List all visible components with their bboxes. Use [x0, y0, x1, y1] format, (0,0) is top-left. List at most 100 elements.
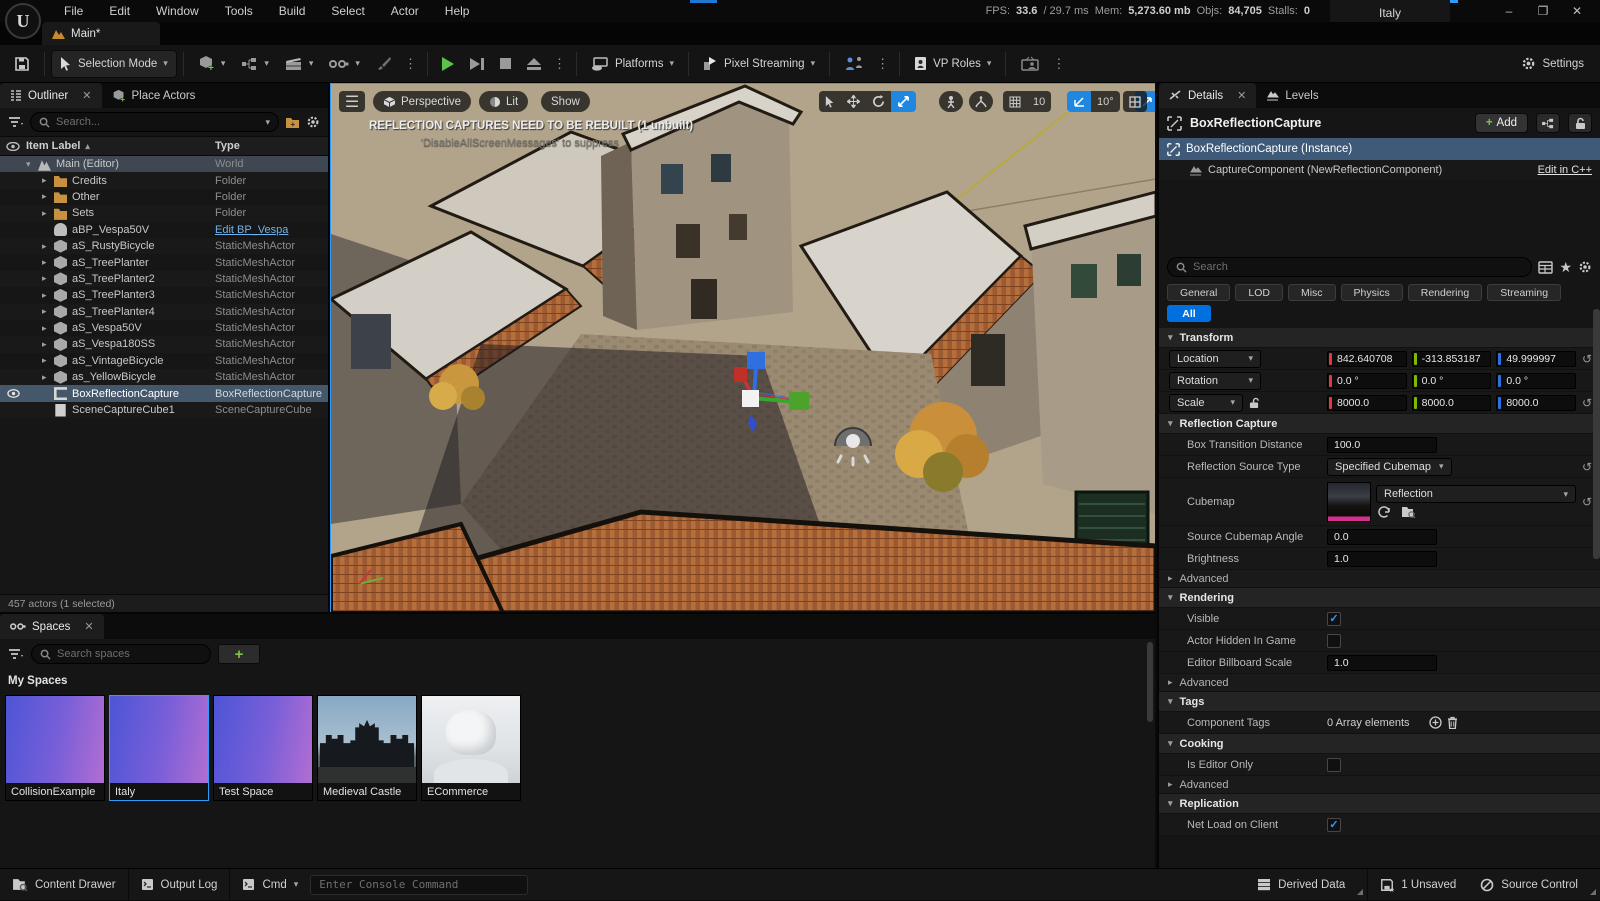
rotation-snap-toggle[interactable] — [1067, 91, 1091, 112]
play-options-dots[interactable]: ⋮ — [549, 56, 570, 72]
surface-snap-toggle[interactable] — [969, 91, 993, 112]
all-filter-chip[interactable]: All — [1167, 305, 1211, 322]
space-card[interactable]: Italy — [109, 695, 209, 801]
add-space-button[interactable]: + — [218, 644, 260, 664]
expand-caret[interactable]: ▸ — [42, 175, 54, 186]
table-row[interactable]: aBP_Vespa50V Edit BP_Vespa — [0, 222, 328, 238]
visibility-eye-icon[interactable] — [0, 258, 26, 267]
multi-user-button[interactable] — [836, 51, 872, 77]
eject-button[interactable] — [519, 51, 549, 77]
details-search-input[interactable] — [1193, 261, 1523, 273]
viewport-maximize-icon[interactable] — [1123, 91, 1147, 112]
table-row[interactable]: BoxReflectionCapture BoxReflectionCaptur… — [0, 385, 328, 401]
table-row[interactable]: ▸ Other Folder — [0, 189, 328, 205]
expand-caret[interactable]: ▸ — [42, 372, 54, 383]
category-chip[interactable]: LOD — [1235, 284, 1283, 301]
trash-icon[interactable] — [1447, 716, 1458, 729]
table-row[interactable]: ▾ Main (Editor) World — [0, 156, 328, 172]
section-transform[interactable]: ▾Transform — [1159, 328, 1600, 348]
category-chip[interactable]: General — [1167, 284, 1230, 301]
world-local-toggle[interactable] — [939, 91, 963, 112]
viewport-options-menu[interactable]: ☰ — [339, 91, 365, 112]
section-replication[interactable]: ▾Replication — [1159, 794, 1600, 814]
perspective-dropdown[interactable]: Perspective — [373, 91, 471, 112]
settings-dropdown[interactable]: Settings — [1513, 51, 1592, 77]
section-tags[interactable]: ▾Tags — [1159, 692, 1600, 712]
billboard-scale-field[interactable]: 1.0 — [1327, 655, 1437, 671]
menu-item[interactable]: Actor — [379, 2, 431, 20]
vp-roles-dropdown[interactable]: VP Roles▾ — [906, 51, 999, 77]
actor-label[interactable]: aS_Vespa50V — [72, 322, 142, 334]
new-folder-icon[interactable]: + — [285, 116, 300, 129]
outliner-settings-gear-icon[interactable] — [306, 115, 320, 129]
expand-caret[interactable]: ▸ — [42, 355, 54, 366]
tab-levels[interactable]: Levels — [1256, 83, 1328, 108]
tab-place-actors[interactable]: + Place Actors — [102, 83, 206, 108]
menu-item[interactable]: Edit — [97, 2, 142, 20]
play-button[interactable] — [434, 51, 462, 77]
lit-dropdown[interactable]: Lit — [479, 91, 528, 112]
cubemap-angle-field[interactable]: 0.0 — [1327, 529, 1437, 545]
visible-checkbox[interactable]: ✓ — [1327, 612, 1341, 626]
visibility-eye-icon[interactable] — [0, 373, 26, 382]
menu-item[interactable]: Tools — [213, 2, 265, 20]
browse-to-asset-icon[interactable] — [1401, 506, 1416, 518]
close-button[interactable]: ✕ — [1560, 0, 1594, 22]
table-row[interactable]: ▸ aS_TreePlanter4 StaticMeshActor — [0, 304, 328, 320]
table-row[interactable]: ▸ aS_VintageBicycle StaticMeshActor — [0, 353, 328, 369]
landscape-paint-button[interactable] — [368, 51, 400, 77]
grid-snap-toggle[interactable] — [1003, 91, 1027, 112]
tab-spaces[interactable]: Spaces✕ — [0, 614, 104, 639]
menu-item[interactable]: Help — [433, 2, 482, 20]
table-row[interactable]: ▸ aS_TreePlanter3 StaticMeshActor — [0, 287, 328, 303]
show-dropdown[interactable]: Show — [541, 91, 590, 112]
scale-dropdown[interactable]: Scale▾ — [1169, 394, 1243, 412]
rotation-snap-value[interactable]: 10° — [1091, 91, 1120, 112]
category-chip[interactable]: Rendering — [1408, 284, 1482, 301]
expand-caret[interactable]: ▸ — [42, 257, 54, 268]
toolbar-overflow-dots[interactable]: ⋮ — [400, 56, 421, 72]
table-row[interactable]: ▸ as_YellowBicycle StaticMeshActor — [0, 369, 328, 385]
actor-label[interactable]: Credits — [72, 175, 107, 187]
col-item-label[interactable]: Item Label — [26, 140, 80, 152]
expand-caret[interactable]: ▸ — [42, 339, 54, 350]
details-search[interactable] — [1167, 257, 1532, 277]
actor-label[interactable]: aS_TreePlanter — [72, 257, 149, 269]
table-row[interactable]: ▸ aS_TreePlanter StaticMeshActor — [0, 254, 328, 270]
menu-item[interactable]: File — [52, 2, 95, 20]
visibility-eye-icon[interactable] — [0, 389, 26, 398]
virtual-camera-button[interactable] — [1012, 51, 1048, 77]
add-actor-dropdown[interactable]: + ▾ — [190, 51, 234, 77]
derived-data-button[interactable]: Derived Data — [1245, 869, 1357, 901]
display-options-icon[interactable] — [1538, 261, 1553, 274]
actor-label[interactable]: Main (Editor) — [56, 158, 119, 170]
grid-snap-value[interactable]: 10 — [1027, 91, 1051, 112]
space-card[interactable]: Test Space — [213, 695, 313, 801]
cubemap-asset-dropdown[interactable]: Reflection▾ — [1376, 485, 1576, 503]
actor-label[interactable]: aS_RustyBicycle — [72, 240, 155, 252]
visibility-eye-icon[interactable] — [0, 324, 26, 333]
table-row[interactable]: ▸ aS_Vespa180SS StaticMeshActor — [0, 336, 328, 352]
scale-z-field[interactable]: 8000.0 — [1496, 395, 1576, 411]
outliner-search-input[interactable] — [56, 116, 259, 128]
table-row[interactable]: ▸ Sets Folder — [0, 205, 328, 221]
section-cooking[interactable]: ▾Cooking — [1159, 734, 1600, 754]
category-chip[interactable]: Physics — [1341, 284, 1403, 301]
virtual-camera-dots[interactable]: ⋮ — [1048, 56, 1069, 72]
expand-caret[interactable]: ▾ — [26, 159, 38, 170]
visibility-eye-icon[interactable] — [0, 340, 26, 349]
maximize-button[interactable]: ❐ — [1526, 0, 1560, 22]
minimize-button[interactable]: – — [1492, 0, 1526, 22]
tab-details[interactable]: Details✕ — [1159, 83, 1256, 108]
category-chip[interactable]: Misc — [1288, 284, 1336, 301]
advanced-rendering[interactable]: ▸Advanced — [1159, 674, 1600, 692]
box-transition-field[interactable]: 100.0 — [1327, 437, 1437, 453]
scale-tool[interactable] — [891, 91, 916, 112]
menu-item[interactable]: Window — [144, 2, 211, 20]
menu-item[interactable]: Build — [267, 2, 318, 20]
menu-item[interactable]: Select — [319, 2, 376, 20]
expand-caret[interactable]: ▸ — [42, 306, 54, 317]
table-row[interactable]: ▸ aS_Vespa50V StaticMeshActor — [0, 320, 328, 336]
space-card[interactable]: CollisionExample — [5, 695, 105, 801]
spaces-filter-icon[interactable] — [8, 648, 24, 660]
